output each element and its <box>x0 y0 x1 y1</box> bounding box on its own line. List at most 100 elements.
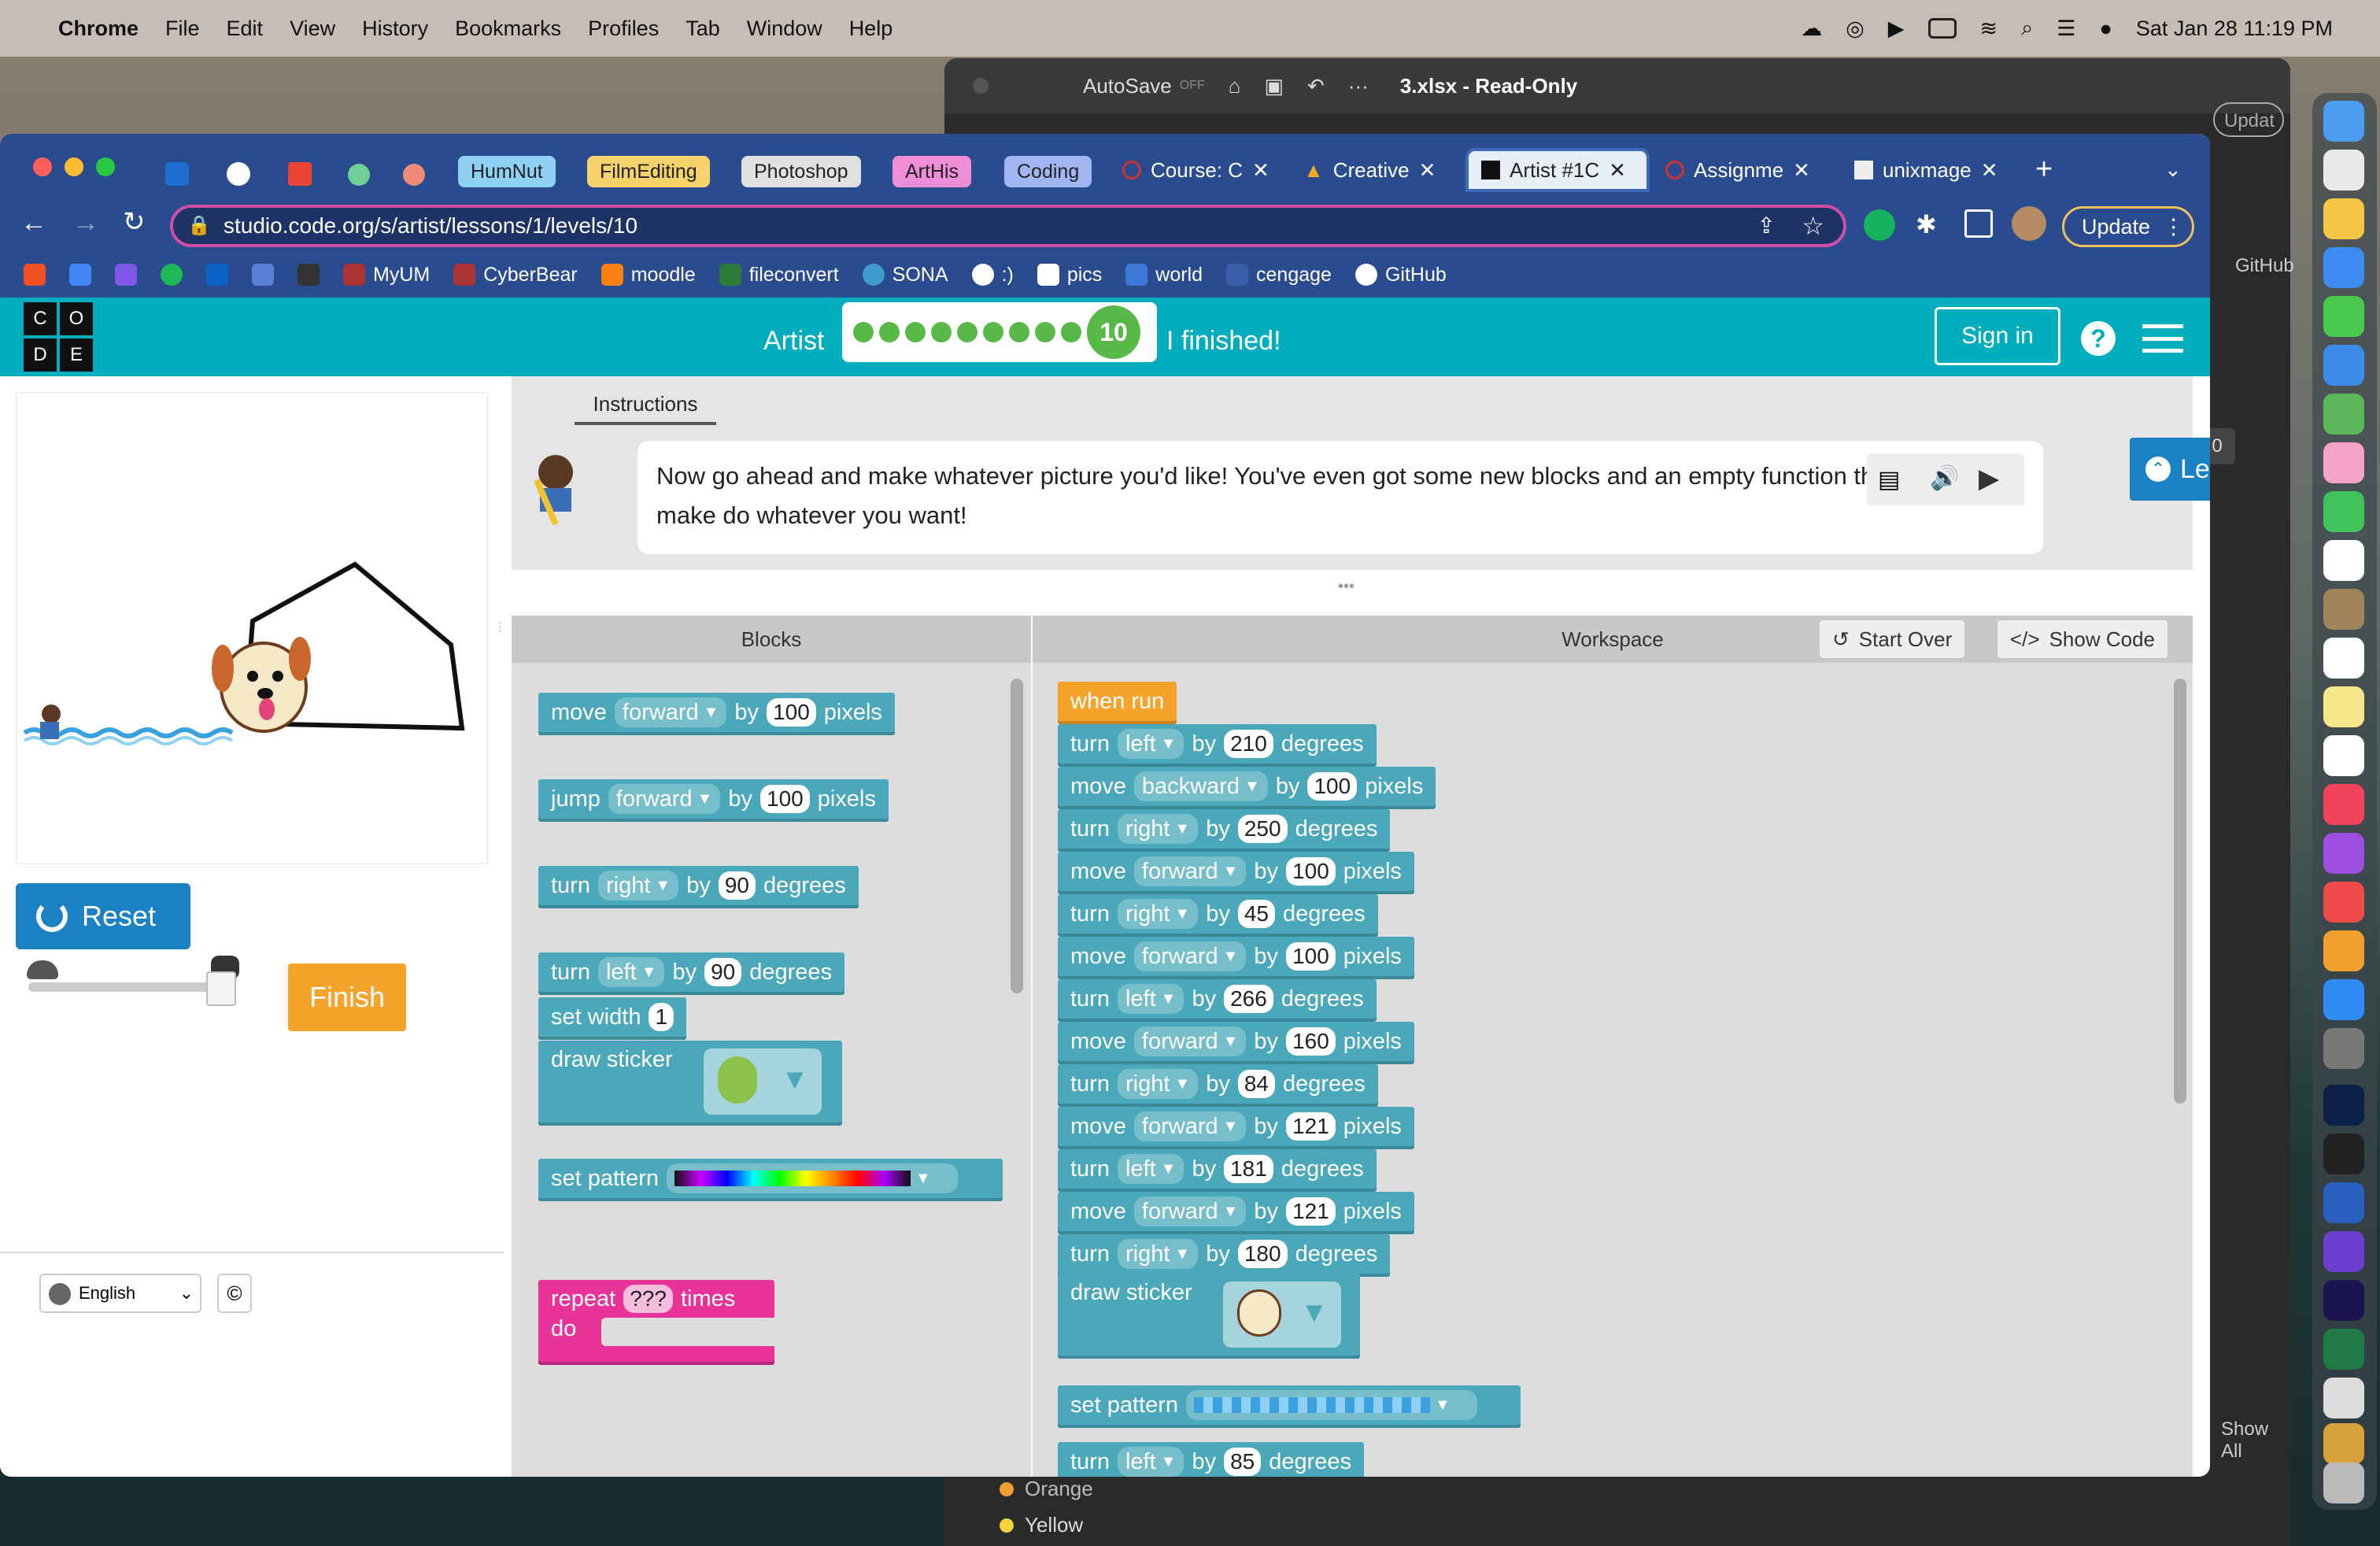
copyright-button[interactable]: © <box>217 1274 252 1313</box>
tab-group-photoshop[interactable]: Photoshop <box>741 156 861 187</box>
control-center-icon[interactable]: ☰ <box>2057 17 2075 41</box>
menu-help[interactable]: Help <box>849 17 893 41</box>
excel-dock-icon[interactable] <box>2323 1329 2364 1370</box>
block-move-forward[interactable]: move forward ▼ by 100 pixels <box>1058 852 1414 891</box>
facetime-icon[interactable] <box>2323 491 2364 532</box>
block-turn-right[interactable]: turn right ▼ by 84 degrees <box>1058 1064 1378 1104</box>
premiere-icon[interactable] <box>2323 1280 2364 1321</box>
tab-group-arthis[interactable]: ArtHis <box>893 156 972 187</box>
block-move-forward[interactable]: move forward ▼ by 100 pixels <box>538 693 895 732</box>
toolbox-scrollbar[interactable] <box>1011 679 1023 993</box>
level-dot[interactable] <box>853 322 874 342</box>
block-value[interactable]: 45 <box>1237 900 1275 928</box>
speed-slider-handle[interactable] <box>206 971 236 1006</box>
bookmark-fileconvert[interactable]: fileconvert <box>719 264 839 287</box>
sticker-dropdown[interactable]: ▼ <box>704 1049 822 1115</box>
close-tab-icon[interactable]: ✕ <box>1609 158 1626 183</box>
block-value[interactable]: 100 <box>760 785 810 813</box>
finished-link[interactable]: I finished! <box>1166 326 1281 357</box>
bookmark-outlook[interactable] <box>206 264 228 286</box>
lock-icon[interactable]: 🔒 <box>187 214 211 237</box>
music-icon[interactable] <box>2323 784 2364 825</box>
direction-dropdown[interactable]: right ▼ <box>1117 1069 1199 1099</box>
side-panel-icon[interactable] <box>1964 209 1993 238</box>
block-value[interactable]: 90 <box>704 958 742 986</box>
block-move-forward[interactable]: move forward ▼ by 121 pixels <box>1058 1107 1414 1146</box>
sign-in-button[interactable]: Sign in <box>1935 307 2060 365</box>
block-move-forward[interactable]: move forward ▼ by 160 pixels <box>1058 1022 1414 1061</box>
tab-assignment[interactable]: Assignme ✕ <box>1653 148 1823 192</box>
direction-dropdown[interactable]: forward ▼ <box>608 784 721 814</box>
block-repeat[interactable]: repeat??? times do <box>538 1280 774 1362</box>
app-store-icon[interactable] <box>2323 979 2364 1020</box>
tab-creative[interactable]: ▲ Creative ✕ <box>1291 148 1448 192</box>
menu-file[interactable]: File <box>165 17 200 41</box>
block-move-forward[interactable]: move forward ▼ by 100 pixels <box>1058 937 1414 976</box>
repeat-do-slot[interactable] <box>601 1318 774 1346</box>
bookmark-cyberbear[interactable]: CyberBear <box>453 264 578 287</box>
direction-dropdown[interactable]: forward ▼ <box>1133 1196 1247 1226</box>
block-set-pattern[interactable]: set pattern ▼ <box>538 1159 1003 1198</box>
level-dot[interactable] <box>1035 322 1055 342</box>
calendar-icon[interactable] <box>2323 540 2364 581</box>
direction-dropdown[interactable]: left ▼ <box>597 957 665 987</box>
extensions-icon[interactable]: ✱ <box>1916 209 1937 239</box>
block-value[interactable]: 250 <box>1237 815 1288 843</box>
tab-search-chevron-icon[interactable]: ⌄ <box>2164 157 2182 182</box>
news-icon[interactable] <box>2323 882 2364 923</box>
block-value[interactable]: 100 <box>1307 772 1358 801</box>
block-set-width[interactable]: set width 1 <box>538 997 687 1037</box>
undo-icon[interactable]: ↶ <box>1307 74 1325 98</box>
close-tab-icon[interactable]: ✕ <box>1981 158 1998 183</box>
block-turn-left[interactable]: turn left ▼ by 210 degrees <box>1058 724 1377 764</box>
direction-dropdown[interactable]: forward ▼ <box>614 697 727 727</box>
block-value[interactable]: 266 <box>1224 985 1273 1013</box>
reload-icon[interactable]: ↻ <box>123 206 146 238</box>
block-value[interactable]: 100 <box>1286 942 1336 971</box>
block-draw-sticker[interactable]: draw sticker ▼ <box>538 1041 842 1123</box>
spotlight-search-icon[interactable]: ⌕ <box>2021 16 2033 41</box>
contacts-icon[interactable] <box>2323 589 2364 630</box>
menu-bookmarks[interactable]: Bookmarks <box>455 17 561 41</box>
block-turn-right[interactable]: turn right ▼ by 90 degrees <box>538 866 859 905</box>
creative-cloud-icon[interactable]: ☁ <box>1801 17 1822 41</box>
tab-group-dot-red[interactable] <box>403 164 425 186</box>
gmail-pinned-tab-icon[interactable] <box>288 162 312 186</box>
excel-update-button[interactable]: Updat <box>2213 102 2284 137</box>
direction-dropdown[interactable]: right ▼ <box>1117 899 1199 929</box>
sheet-item-yellow[interactable]: Yellow <box>1000 1513 1083 1537</box>
block-when-run[interactable]: when run <box>1058 682 1177 721</box>
block-value[interactable]: 210 <box>1224 730 1273 758</box>
address-bar[interactable]: 🔒 studio.code.org/s/artist/lessons/1/lev… <box>170 205 1846 247</box>
workspace-scrollbar[interactable] <box>2174 679 2186 1104</box>
photoshop-icon[interactable] <box>2323 1085 2364 1126</box>
hamburger-menu-icon[interactable] <box>2142 324 2183 353</box>
menu-window[interactable]: Window <box>747 17 822 41</box>
tab-group-humnut[interactable]: HumNut <box>458 156 556 187</box>
direction-dropdown[interactable]: forward ▼ <box>1133 941 1247 971</box>
level-dot[interactable] <box>931 322 952 342</box>
close-tab-icon[interactable]: ✕ <box>1252 158 1269 183</box>
close-window-button[interactable] <box>33 157 52 176</box>
excel-show-all[interactable]: Show All <box>2221 1418 2290 1463</box>
bookmark-microsoft[interactable] <box>24 264 46 286</box>
bookmark-spotify[interactable] <box>161 264 183 286</box>
block-value[interactable]: 100 <box>767 698 816 727</box>
direction-dropdown[interactable]: right ▼ <box>1117 1239 1199 1269</box>
tab-unixmage[interactable]: unixmage ✕ <box>1842 148 2011 192</box>
close-tab-icon[interactable]: ✕ <box>1793 158 1810 183</box>
block-value[interactable]: 84 <box>1237 1070 1275 1098</box>
bookmark-moodle[interactable]: moodle <box>601 264 696 287</box>
bookmark-pics[interactable]: pics <box>1037 264 1102 287</box>
block-turn-left-last[interactable]: turn left ▼ by 85 degrees <box>1058 1442 1365 1477</box>
save-icon[interactable]: ▣ <box>1264 74 1284 98</box>
block-value[interactable]: 85 <box>1224 1448 1262 1476</box>
safari-icon[interactable] <box>2323 247 2364 288</box>
help-icon[interactable]: ? <box>2081 321 2116 356</box>
block-jump-forward[interactable]: jump forward ▼ by 100 pixels <box>538 779 889 819</box>
block-value[interactable]: 90 <box>718 871 756 900</box>
lesson-title[interactable]: Artist <box>763 326 824 357</box>
menu-history[interactable]: History <box>362 17 428 41</box>
settings-icon[interactable] <box>2323 1028 2364 1069</box>
forward-icon[interactable]: → <box>72 208 99 239</box>
